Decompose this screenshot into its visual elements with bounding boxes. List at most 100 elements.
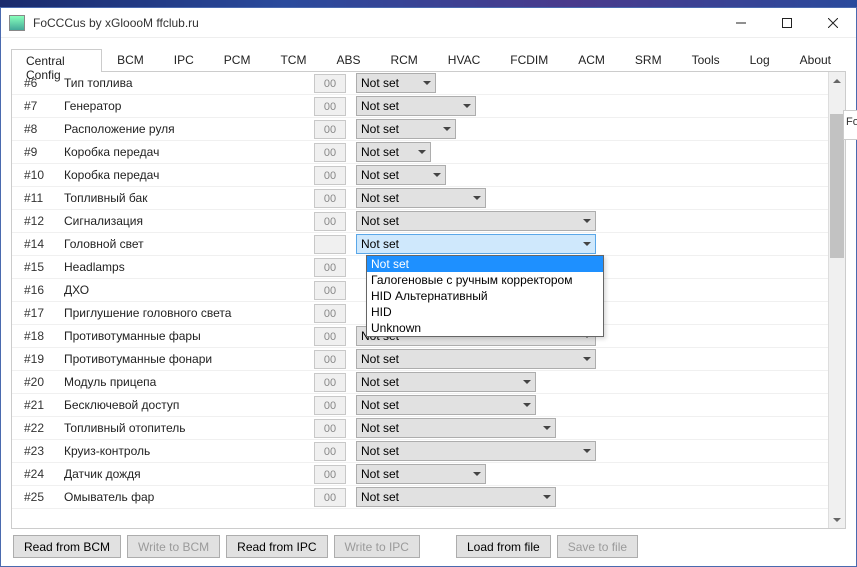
row-code-input[interactable]: 00 (314, 97, 346, 116)
combo-text: Not set (361, 421, 399, 435)
load-from-file-button[interactable]: Load from file (456, 535, 551, 558)
row-id: #7 (12, 99, 64, 113)
row-value-combo[interactable]: Not set (356, 96, 476, 116)
chevron-down-icon (473, 472, 481, 476)
row-value-combo[interactable]: Not set (356, 464, 486, 484)
row-value-combo[interactable]: Not set (356, 349, 596, 369)
chevron-down-icon (433, 173, 441, 177)
combo-text: Not set (361, 375, 399, 389)
row-value-combo[interactable]: Not set (356, 395, 536, 415)
tab-central-config[interactable]: Central Config (11, 49, 102, 72)
config-row: #22Топливный отопитель00Not set (12, 417, 828, 440)
maximize-button[interactable] (764, 8, 810, 38)
row-value-combo[interactable]: Not set (356, 234, 596, 254)
config-row: #12Сигнализация00Not set (12, 210, 828, 233)
dropdown-option[interactable]: HID (367, 304, 603, 320)
scroll-down-button[interactable] (829, 511, 845, 528)
row-label: Модуль прицепа (64, 375, 314, 389)
row-code-input[interactable] (314, 235, 346, 254)
tab-tools[interactable]: Tools (677, 48, 735, 71)
chevron-down-icon (423, 81, 431, 85)
dropdown-option[interactable]: Not set (367, 256, 603, 272)
row-code-input[interactable]: 00 (314, 327, 346, 346)
scroll-track[interactable] (829, 89, 845, 511)
tab-ipc[interactable]: IPC (159, 48, 209, 71)
row-code-input[interactable]: 00 (314, 258, 346, 277)
row-code-input[interactable]: 00 (314, 350, 346, 369)
read-from-ipc-button[interactable]: Read from IPC (226, 535, 327, 558)
config-row: #25Омыватель фар00Not set (12, 486, 828, 509)
config-row: #20Модуль прицепа00Not set (12, 371, 828, 394)
row-label: Круиз-контроль (64, 444, 314, 458)
row-label: Генератор (64, 99, 314, 113)
row-code-input[interactable]: 00 (314, 396, 346, 415)
close-button[interactable] (810, 8, 856, 38)
read-from-bcm-button[interactable]: Read from BCM (13, 535, 121, 558)
scroll-up-button[interactable] (829, 72, 845, 89)
row-value-combo[interactable]: Not set (356, 165, 446, 185)
row-value-combo[interactable]: Not set (356, 418, 556, 438)
row-value-combo[interactable]: Not set (356, 73, 436, 93)
dropdown-option[interactable]: Unknown (367, 320, 603, 336)
tab-hvac[interactable]: HVAC (433, 48, 495, 71)
tab-bcm[interactable]: BCM (102, 48, 159, 71)
tab-abs[interactable]: ABS (321, 48, 375, 71)
combo-text: Not set (361, 168, 399, 182)
row-code-input[interactable]: 00 (314, 120, 346, 139)
tab-fcdim[interactable]: FCDIM (495, 48, 563, 71)
row-code-input[interactable]: 00 (314, 281, 346, 300)
row-label: Коробка передач (64, 145, 314, 159)
row-code-input[interactable]: 00 (314, 419, 346, 438)
row-code-input[interactable]: 00 (314, 304, 346, 323)
row-label: Расположение руля (64, 122, 314, 136)
row-code-input[interactable]: 00 (314, 166, 346, 185)
row-label: Коробка передач (64, 168, 314, 182)
combo-text: Not set (361, 237, 399, 251)
tab-acm[interactable]: ACM (563, 48, 620, 71)
tab-tcm[interactable]: TCM (265, 48, 321, 71)
row-code-input[interactable]: 00 (314, 373, 346, 392)
chevron-down-icon (543, 426, 551, 430)
tab-log[interactable]: Log (735, 48, 785, 71)
row-value-combo[interactable]: Not set (356, 188, 486, 208)
config-row: #7Генератор00 Not set (12, 95, 828, 118)
row-value-combo[interactable]: Not set (356, 487, 556, 507)
main-window: FoCCCus by xGlоооM ffclub.ru Central Con… (0, 7, 857, 567)
row-id: #15 (12, 260, 64, 274)
row-label: Приглушение головного света (64, 306, 314, 320)
row-id: #10 (12, 168, 64, 182)
row-code-input[interactable]: 00 (314, 442, 346, 461)
tab-pcm[interactable]: PCM (209, 48, 266, 71)
row-code-input[interactable]: 00 (314, 465, 346, 484)
tab-srm[interactable]: SRM (620, 48, 677, 71)
row-id: #8 (12, 122, 64, 136)
row-value-combo[interactable]: Not set (356, 142, 431, 162)
tab-rcm[interactable]: RCM (375, 48, 432, 71)
tab-about[interactable]: About (785, 48, 846, 71)
row-code-input[interactable]: 00 (314, 212, 346, 231)
dropdown-option[interactable]: Галогеновые с ручным корректором (367, 272, 603, 288)
combo-text: Not set (361, 214, 399, 228)
dropdown-option[interactable]: HID Альтернативный (367, 288, 603, 304)
config-row: #14Головной светNot set (12, 233, 828, 256)
row-value-combo[interactable]: Not set (356, 211, 596, 231)
config-row: #24Датчик дождя00Not set (12, 463, 828, 486)
minimize-button[interactable] (718, 8, 764, 38)
row-id: #23 (12, 444, 64, 458)
row-code-input[interactable]: 00 (314, 488, 346, 507)
row-value-combo[interactable]: Not set (356, 119, 456, 139)
row-code-input[interactable]: 00 (314, 74, 346, 93)
scroll-thumb[interactable] (830, 114, 844, 257)
row-label: ДХО (64, 283, 314, 297)
row-code-input[interactable]: 00 (314, 143, 346, 162)
combo-dropdown[interactable]: Not setГалогеновые с ручным корректоромH… (366, 255, 604, 337)
config-row: #21Бесключевой доступ00Not set (12, 394, 828, 417)
combo-text: Not set (361, 76, 399, 90)
combo-text: Not set (361, 398, 399, 412)
row-label: Топливный бак (64, 191, 314, 205)
vertical-scrollbar[interactable] (828, 72, 845, 528)
row-value-combo[interactable]: Not set (356, 372, 536, 392)
chevron-down-icon (523, 403, 531, 407)
row-code-input[interactable]: 00 (314, 189, 346, 208)
row-value-combo[interactable]: Not set (356, 441, 596, 461)
